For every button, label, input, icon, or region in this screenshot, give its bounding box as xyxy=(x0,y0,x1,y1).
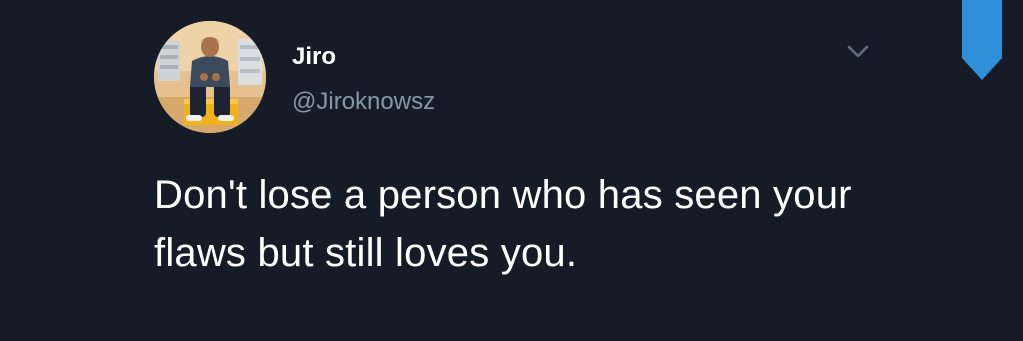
author-display-name[interactable]: Jiro xyxy=(292,42,336,72)
avatar-image xyxy=(154,21,266,133)
chevron-down-icon[interactable] xyxy=(843,40,873,62)
author-handle[interactable]: @Jiroknowsz xyxy=(292,87,435,117)
avatar[interactable] xyxy=(154,21,266,133)
bookmark-icon[interactable] xyxy=(962,0,1002,82)
tweet-card: Jiro @Jiroknowsz Don't lose a person who… xyxy=(0,0,1023,341)
tweet-text: Don't lose a person who has seen your fl… xyxy=(154,173,852,275)
